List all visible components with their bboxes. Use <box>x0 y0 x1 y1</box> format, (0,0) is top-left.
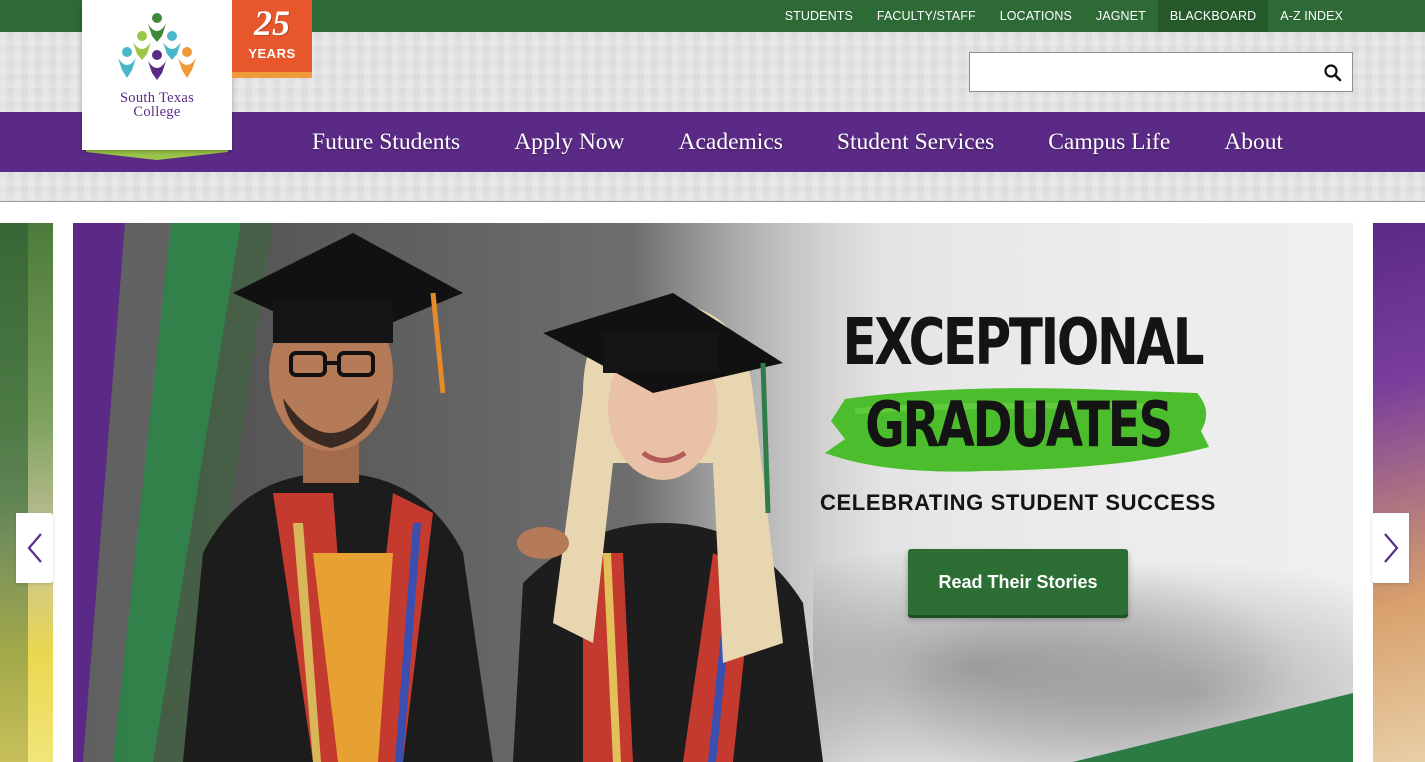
next-slide-preview <box>1373 223 1425 762</box>
utility-link-a-z-index[interactable]: A-Z INDEX <box>1268 0 1355 32</box>
college-logo[interactable]: South Texas College <box>82 0 232 150</box>
utility-nav: STUDENTS FACULTY/STAFF LOCATIONS JAGNET … <box>773 0 1355 32</box>
main-nav-future-students[interactable]: Future Students <box>285 112 487 172</box>
site-search <box>969 52 1353 92</box>
hero-subheading: CELEBRATING STUDENT SUCCESS <box>820 490 1216 515</box>
main-nav-academics[interactable]: Academics <box>652 112 810 172</box>
hero-carousel: EXCEPTIONAL GRADUATES CELEBRATING STUDEN… <box>0 223 1425 762</box>
main-nav-student-services[interactable]: Student Services <box>810 112 1021 172</box>
search-icon[interactable] <box>1322 62 1344 84</box>
search-input[interactable] <box>970 53 1310 91</box>
carousel-prev-button[interactable] <box>16 513 53 583</box>
anniversary-number: 25 <box>254 3 290 43</box>
hero-headline-line-1: EXCEPTIONAL <box>842 306 1205 380</box>
main-nav-campus-life[interactable]: Campus Life <box>1021 112 1197 172</box>
graduates-photo <box>183 233 823 762</box>
utility-link-blackboard[interactable]: BLACKBOARD <box>1157 0 1269 32</box>
college-name-line-1: South Texas <box>119 90 195 106</box>
main-nav-apply-now[interactable]: Apply Now <box>487 112 651 172</box>
anniversary-badge: 25 YEARS <box>232 0 312 72</box>
previous-slide-preview <box>0 223 53 762</box>
hero-headline-line-2: GRADUATES <box>865 388 1173 461</box>
utility-link-jagnet[interactable]: JAGNET <box>1084 0 1158 32</box>
carousel-next-button[interactable] <box>1372 513 1409 583</box>
chevron-left-icon <box>27 533 42 563</box>
chevron-right-icon <box>1383 533 1398 563</box>
main-nav-about[interactable]: About <box>1197 112 1310 172</box>
college-name-line-2: College <box>133 104 181 120</box>
hero-slide: EXCEPTIONAL GRADUATES CELEBRATING STUDEN… <box>73 223 1353 762</box>
anniversary-label: YEARS <box>248 46 296 61</box>
people-mark-icon <box>118 13 196 80</box>
utility-link-students[interactable]: STUDENTS <box>773 0 865 32</box>
utility-link-faculty-staff[interactable]: FACULTY/STAFF <box>865 0 988 32</box>
utility-link-locations[interactable]: LOCATIONS <box>988 0 1084 32</box>
college-name: South Texas College <box>82 90 232 120</box>
read-their-stories-button[interactable]: Read Their Stories <box>908 549 1128 615</box>
